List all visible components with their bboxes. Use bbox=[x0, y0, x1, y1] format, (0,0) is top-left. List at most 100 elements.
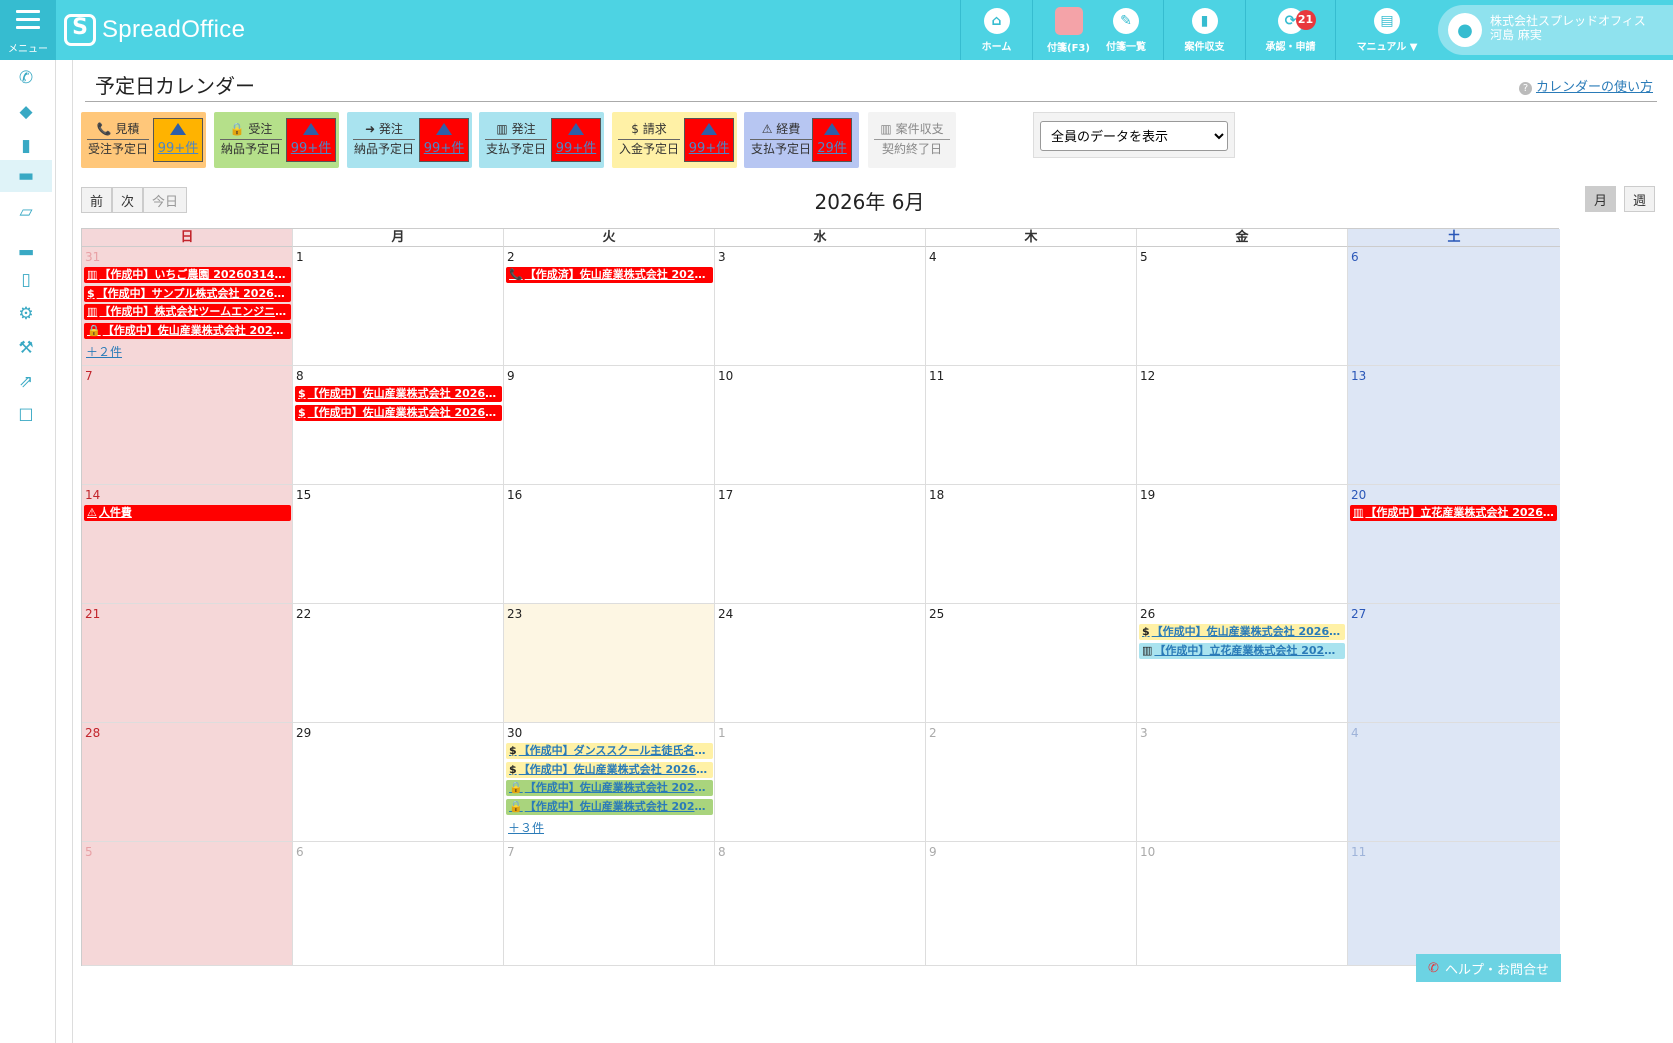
calendar-day-cell[interactable]: 20 ▥ 【作成中】立花産業株式会社 202605… bbox=[1348, 485, 1560, 604]
summary-count-value[interactable]: 99+件 bbox=[685, 137, 733, 156]
calendar-day-cell[interactable]: 3 bbox=[1137, 723, 1348, 842]
calendar-event[interactable]: $ 【作成中】佐山産業株式会社 20260… bbox=[295, 404, 502, 421]
calendar-event[interactable]: $ 【作成中】佐山産業株式会社 20260… bbox=[1139, 624, 1345, 640]
calendar-day-cell[interactable]: 10 bbox=[1137, 842, 1348, 966]
calendar-day-cell[interactable]: 26 $ 【作成中】佐山産業株式会社 20260… ▥ 【作成中】立花産業株式会社 20… bbox=[1137, 604, 1348, 723]
calendar-day-cell[interactable]: 29 bbox=[293, 723, 504, 842]
calendar-day-cell[interactable]: 7 bbox=[504, 842, 715, 966]
calendar-event[interactable]: ▥ 【作成中】立花産業株式会社 202605… bbox=[1350, 505, 1557, 521]
summary-box[interactable]: 📞 見積 受注予定日 99+件 bbox=[81, 112, 206, 168]
calendar-day-cell[interactable]: 3 bbox=[715, 247, 926, 366]
calendar-day-cell[interactable]: 9 bbox=[926, 842, 1137, 966]
nav-sticky-list[interactable]: ✎ 付箋一覧 bbox=[1090, 0, 1162, 60]
nav-manual[interactable]: ▤ マニュアル ▼ bbox=[1335, 0, 1438, 60]
calendar-day-cell[interactable]: 19 bbox=[1137, 485, 1348, 604]
bar-chart-icon[interactable]: ▮ bbox=[0, 130, 52, 162]
calendar-event[interactable]: ▥ 【作成中】立花産業株式会社 20260… bbox=[1139, 642, 1345, 659]
nav-home[interactable]: ⌂ ホーム bbox=[960, 0, 1032, 60]
summary-box[interactable]: ⚠ 経費 支払予定日 29件 bbox=[744, 112, 859, 168]
user-menu[interactable]: ● 株式会社スプレッドオフィス 河島 麻実 bbox=[1438, 5, 1673, 55]
calendar-event[interactable]: 🔒 【作成中】佐山産業株式会社 202604… bbox=[84, 322, 291, 339]
calendar-day-cell[interactable]: 15 bbox=[293, 485, 504, 604]
help-contact-button[interactable]: ✆ ヘルプ・お問合せ bbox=[1416, 954, 1561, 982]
calendar-day-cell[interactable]: 16 bbox=[504, 485, 715, 604]
calendar-day-cell[interactable]: 25 bbox=[926, 604, 1137, 723]
calendar-day-cell[interactable]: 11 bbox=[926, 366, 1137, 485]
calendar-event[interactable]: ▥ 【作成中】株式会社ツームエンジニア… bbox=[84, 304, 291, 320]
calendar-day-cell[interactable]: 4 bbox=[1348, 723, 1560, 842]
calendar-day-cell[interactable]: 21 bbox=[82, 604, 293, 723]
summary-box[interactable]: ▥ 案件収支 契約終了日 bbox=[868, 112, 956, 168]
calendar-day-cell[interactable]: 22 bbox=[293, 604, 504, 723]
calendar-day-cell[interactable]: 24 bbox=[715, 604, 926, 723]
calendar-event[interactable]: $ 【作成中】サンプル株式会社 202602… bbox=[84, 285, 291, 302]
month-view-button[interactable]: 月 bbox=[1584, 186, 1616, 212]
calendar-event[interactable]: ▥ 【作成中】いちご農園 2026031400… bbox=[84, 267, 291, 283]
calendar-day-cell[interactable]: 9 bbox=[504, 366, 715, 485]
phone-icon[interactable]: ✆ bbox=[0, 62, 52, 94]
calendar-day-cell[interactable]: 30 $ 【作成中】ダンススクール主徒氏名O… $ 【作成中】佐山産業株式会社 2026… bbox=[504, 723, 715, 842]
folder-icon[interactable]: ▱ bbox=[0, 196, 52, 228]
file-icon[interactable]: ▯ bbox=[0, 264, 52, 296]
summary-count-value[interactable]: 99+件 bbox=[154, 137, 202, 156]
calendar-day-cell[interactable]: 8 $ 【作成中】佐山産業株式会社 20260… $ 【作成中】佐山産業株式会社 202… bbox=[293, 366, 504, 485]
staff-filter-select[interactable]: 全員のデータを表示 bbox=[1040, 121, 1228, 151]
calendar-day-cell[interactable]: 2 📞 【作成済】佐山産業株式会社 20260… bbox=[504, 247, 715, 366]
calendar-event[interactable]: $ 【作成中】佐山産業株式会社 20260… bbox=[295, 386, 502, 402]
nav-approval[interactable]: ⟳ 21 承認・申請 bbox=[1245, 0, 1335, 60]
summary-box[interactable]: 🔒 受注 納品予定日 99+件 bbox=[214, 112, 339, 168]
tag-icon[interactable]: ◆ bbox=[0, 96, 52, 128]
calendar-event[interactable]: $ 【作成中】佐山産業株式会社 20260… bbox=[506, 761, 713, 778]
calendar-event[interactable]: 🔒 【作成中】佐山産業株式会社 20260… bbox=[506, 798, 713, 815]
more-events-link[interactable]: ＋３件 bbox=[508, 819, 544, 836]
calendar-day-cell[interactable]: 18 bbox=[926, 485, 1137, 604]
gear-icon[interactable]: ⚙ bbox=[0, 298, 52, 330]
external-link-icon[interactable]: ⇗ bbox=[0, 366, 52, 398]
calendar-day-cell[interactable]: 5 bbox=[82, 842, 293, 966]
calendar-day-cell[interactable]: 23 bbox=[504, 604, 715, 723]
calendar-help-link[interactable]: ? カレンダーの使い方 bbox=[1518, 76, 1653, 95]
calendar-event[interactable]: 📞 【作成済】佐山産業株式会社 20260… bbox=[506, 267, 713, 283]
calendar-day-cell[interactable]: 28 bbox=[82, 723, 293, 842]
card-icon[interactable]: ▬ bbox=[0, 160, 52, 192]
calendar-day-cell[interactable]: 14 ⚠ 人件費 bbox=[82, 485, 293, 604]
calendar-day-cell[interactable]: 31 ▥ 【作成中】いちご農園 2026031400… $ 【作成中】サンプル株式会社 … bbox=[82, 247, 293, 366]
calendar-day-cell[interactable]: 2 bbox=[926, 723, 1137, 842]
summary-box[interactable]: ➜ 発注 納品予定日 99+件 bbox=[347, 112, 472, 168]
calendar-day-cell[interactable]: 6 bbox=[293, 842, 504, 966]
summary-count-value[interactable]: 99+件 bbox=[420, 137, 468, 156]
calendar-day-cell[interactable]: 5 bbox=[1137, 247, 1348, 366]
calendar-event[interactable]: $ 【作成中】ダンススクール主徒氏名O… bbox=[506, 743, 713, 759]
more-events-link[interactable]: ＋２件 bbox=[86, 343, 122, 360]
calendar-day-cell[interactable]: 7 bbox=[82, 366, 293, 485]
week-view-button[interactable]: 週 bbox=[1623, 186, 1655, 212]
checkbox-icon[interactable]: ☐ bbox=[0, 400, 52, 432]
summary-count-value[interactable]: 99+件 bbox=[552, 137, 600, 156]
nav-project-balance[interactable]: ▮ 案件収支 bbox=[1163, 0, 1245, 60]
logo[interactable]: SpreadOffice bbox=[64, 13, 245, 47]
calendar-day-cell[interactable]: 13 bbox=[1348, 366, 1560, 485]
calendar-day-cell[interactable]: 17 bbox=[715, 485, 926, 604]
calendar-day-cell[interactable]: 1 bbox=[293, 247, 504, 366]
calendar-day-cell[interactable]: 8 bbox=[715, 842, 926, 966]
calendar-day-cell[interactable]: 1 bbox=[715, 723, 926, 842]
calendar-event[interactable]: 🔒 【作成中】佐山産業株式会社 20260… bbox=[506, 780, 713, 796]
summary-box[interactable]: $ 請求 入金予定日 99+件 bbox=[612, 112, 737, 168]
signal-icon[interactable]: ▂ bbox=[0, 230, 52, 262]
wrench-icon[interactable]: ⚒ bbox=[0, 332, 52, 364]
summary-count[interactable]: 29件 bbox=[812, 118, 852, 162]
calendar-day-cell[interactable]: 4 bbox=[926, 247, 1137, 366]
summary-count[interactable]: 99+件 bbox=[419, 118, 469, 162]
calendar-day-cell[interactable]: 6 bbox=[1348, 247, 1560, 366]
summary-count[interactable]: 99+件 bbox=[684, 118, 734, 162]
calendar-day-cell[interactable]: 10 bbox=[715, 366, 926, 485]
summary-count-value[interactable]: 99+件 bbox=[287, 137, 335, 156]
calendar-event[interactable]: ⚠ 人件費 bbox=[84, 505, 291, 521]
calendar-day-cell[interactable]: 11 bbox=[1348, 842, 1560, 966]
menu-button[interactable]: メニュー bbox=[0, 0, 56, 60]
summary-count[interactable]: 99+件 bbox=[551, 118, 601, 162]
calendar-day-cell[interactable]: 12 bbox=[1137, 366, 1348, 485]
summary-count[interactable]: 99+件 bbox=[153, 118, 203, 162]
summary-count[interactable]: 99+件 bbox=[286, 118, 336, 162]
calendar-day-cell[interactable]: 27 bbox=[1348, 604, 1560, 723]
